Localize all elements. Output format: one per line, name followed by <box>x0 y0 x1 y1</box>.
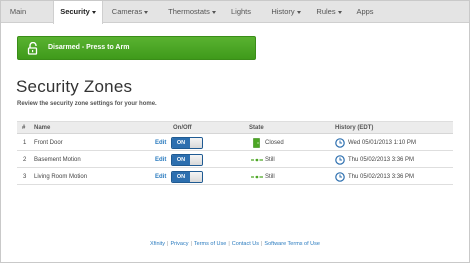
row-history: Thu 05/02/2013 3:36 PM <box>348 174 415 180</box>
chevron-down-icon <box>211 10 216 14</box>
table-row: 2 Basement Motion Edit ON Still Thu 05/0… <box>17 152 453 168</box>
row-state: Closed <box>265 140 284 146</box>
arm-button-label: Disarmed - Press to Arm <box>48 44 130 51</box>
row-num: 1 <box>23 140 27 146</box>
clock-icon <box>335 138 345 148</box>
header-onoff: On/Off <box>173 125 192 131</box>
footer-link-contact[interactable]: Contact Us <box>232 241 259 247</box>
edit-link[interactable]: Edit <box>155 152 166 168</box>
chevron-down-icon <box>91 10 96 14</box>
footer-link-privacy[interactable]: Privacy <box>170 241 188 247</box>
row-name: Basement Motion <box>34 157 81 163</box>
nav-history[interactable]: History <box>265 1 307 23</box>
door-icon <box>253 138 260 148</box>
nav-main-label: Main <box>9 7 27 16</box>
nav-thermostats-label: Thermostats <box>168 7 210 16</box>
row-history: Wed 05/01/2013 1:10 PM <box>348 140 416 146</box>
motion-icon <box>251 158 263 162</box>
zone-toggle[interactable]: ON <box>171 137 203 149</box>
toggle-knob <box>190 172 202 182</box>
page-subtitle: Review the security zone settings for yo… <box>17 101 157 107</box>
clock-icon <box>335 155 345 165</box>
footer-links: Xfinity | Privacy | Terms of Use | Contact Us |… <box>0 241 470 247</box>
row-num: 3 <box>23 174 27 180</box>
toggle-on-label: ON <box>172 155 190 165</box>
nav-cameras[interactable]: Cameras <box>107 1 153 23</box>
table-row: 3 Living Room Motion Edit ON Still Thu 0… <box>17 169 453 185</box>
unlock-icon <box>27 42 38 55</box>
row-name: Front Door <box>34 140 63 146</box>
arm-button[interactable]: Disarmed - Press to Arm <box>17 36 256 60</box>
toggle-on-label: ON <box>172 138 190 148</box>
chevron-down-icon <box>296 10 301 14</box>
row-name: Living Room Motion <box>34 174 88 180</box>
row-state: Still <box>265 174 275 180</box>
nav-apps[interactable]: Apps <box>351 1 379 23</box>
table-row: 1 Front Door Edit ON Closed Wed 05/01/20… <box>17 135 453 151</box>
main-nav: Main Security Cameras Thermostats Lights… <box>1 1 469 24</box>
toggle-knob <box>190 155 202 165</box>
header-history: History (EDT) <box>335 125 374 131</box>
nav-security-label: Security <box>60 7 90 16</box>
toggle-knob <box>190 138 202 148</box>
edit-link[interactable]: Edit <box>155 169 166 185</box>
edit-link[interactable]: Edit <box>155 135 166 151</box>
nav-apps-label: Apps <box>356 7 374 16</box>
row-history: Thu 05/02/2013 3:36 PM <box>348 157 415 163</box>
table-header: # Name On/Off State History (EDT) <box>17 121 453 134</box>
footer-link-software-terms[interactable]: Software Terms of Use <box>264 241 320 247</box>
nav-lights[interactable]: Lights <box>225 1 257 23</box>
chevron-down-icon <box>337 10 342 14</box>
nav-rules-label: Rules <box>316 7 336 16</box>
zone-toggle[interactable]: ON <box>171 154 203 166</box>
nav-main[interactable]: Main <box>1 1 35 23</box>
toggle-on-label: ON <box>172 172 190 182</box>
nav-rules[interactable]: Rules <box>311 1 347 23</box>
motion-icon <box>251 175 263 179</box>
nav-security[interactable]: Security <box>53 1 103 24</box>
nav-lights-label: Lights <box>230 7 251 16</box>
nav-history-label: History <box>271 7 295 16</box>
nav-thermostats[interactable]: Thermostats <box>161 1 223 23</box>
row-state: Still <box>265 157 275 163</box>
chevron-down-icon <box>144 10 149 14</box>
nav-cameras-label: Cameras <box>111 7 143 16</box>
header-num: # <box>22 125 26 131</box>
header-name: Name <box>34 125 51 131</box>
clock-icon <box>335 172 345 182</box>
zone-toggle[interactable]: ON <box>171 171 203 183</box>
page-title: Security Zones <box>16 77 133 96</box>
row-num: 2 <box>23 157 27 163</box>
header-state: State <box>249 125 264 131</box>
footer-link-terms[interactable]: Terms of Use <box>194 241 226 247</box>
footer-link-xfinity[interactable]: Xfinity <box>150 241 165 247</box>
